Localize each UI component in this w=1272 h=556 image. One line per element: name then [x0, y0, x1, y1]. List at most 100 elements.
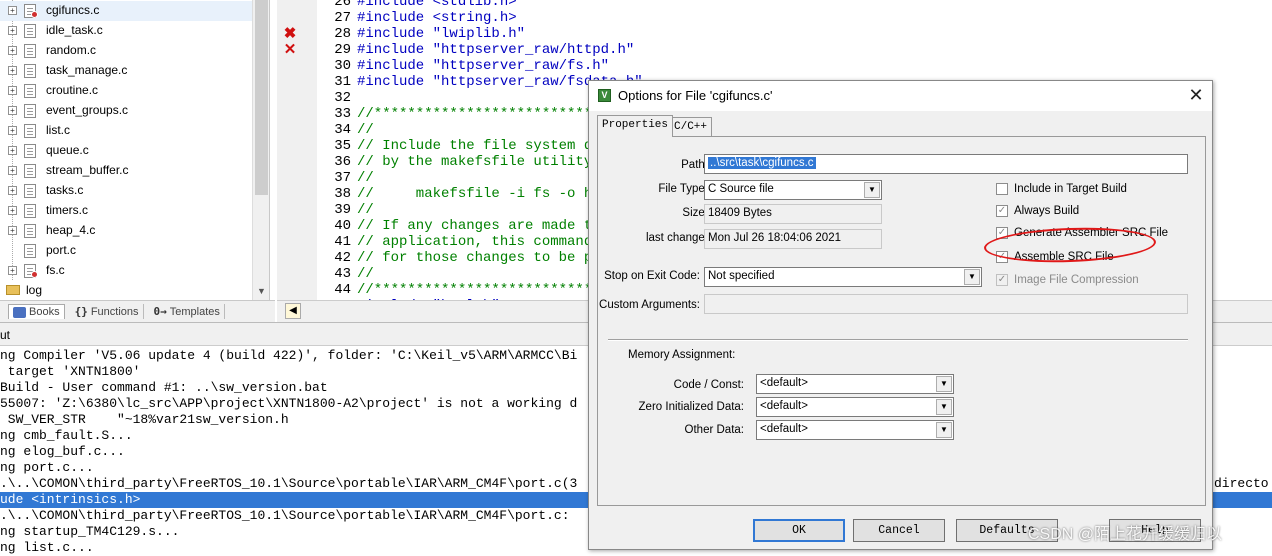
code-line[interactable]: #include <stdlib.h>	[357, 0, 517, 10]
expand-icon[interactable]: +	[8, 46, 17, 55]
code-line[interactable]: //	[357, 266, 374, 282]
custom-args-field[interactable]	[704, 294, 1188, 314]
stop-on-exit-select[interactable]: Not specified ▼	[704, 267, 982, 287]
expand-icon[interactable]: +	[8, 146, 17, 155]
code-line[interactable]: #include <string.h>	[357, 10, 517, 26]
tree-file-item[interactable]: + list.c	[0, 121, 252, 141]
file-type-label: File Type:	[658, 183, 708, 195]
expand-icon[interactable]: +	[8, 266, 17, 275]
expand-icon[interactable]: +	[8, 166, 17, 175]
size-label: Size:	[682, 207, 708, 219]
tab-c-cpp[interactable]: C/C++	[669, 117, 713, 137]
line-number: 28	[334, 26, 351, 42]
tab-books[interactable]: Books	[8, 304, 65, 319]
chevron-down-icon[interactable]: ▼	[936, 399, 952, 415]
code-line[interactable]: // If any changes are made to	[357, 218, 601, 234]
scroll-left-arrow-icon[interactable]: ◀	[285, 303, 301, 319]
tree-file-item[interactable]: + stream_buffer.c	[0, 161, 252, 181]
path-field[interactable]: ..\src\task\cgifuncs.c	[704, 154, 1188, 174]
code-line[interactable]: //	[357, 122, 374, 138]
code-line[interactable]: #include "httpserver_raw/httpd.h"	[357, 42, 634, 58]
error-marker-icon[interactable]: ✖	[283, 26, 297, 41]
tree-file-item[interactable]: + croutine.c	[0, 81, 252, 101]
tree-file-item[interactable]: + task_manage.c	[0, 61, 252, 81]
tree-file-item[interactable]: + idle_task.c	[0, 21, 252, 41]
expand-icon[interactable]: +	[8, 186, 17, 195]
other-data-label: Other Data:	[684, 424, 744, 436]
code-line[interactable]: #include "httpserver_raw/fs.h"	[357, 58, 609, 74]
dialog-titlebar[interactable]: V Options for File 'cgifuncs.c' ✕	[589, 81, 1212, 111]
cancel-button[interactable]: Cancel	[853, 519, 945, 542]
c-file-icon	[24, 244, 36, 258]
code-line[interactable]: //	[357, 202, 374, 218]
expand-icon[interactable]: +	[8, 86, 17, 95]
tree-file-item[interactable]: + tasks.c	[0, 181, 252, 201]
check-icon[interactable]: ✓	[996, 227, 1008, 239]
tree-file-item[interactable]: + timers.c	[0, 201, 252, 221]
error-marker-icon[interactable]: ✕	[283, 42, 297, 57]
code-const-select[interactable]: <default> ▼	[756, 374, 954, 394]
zero-init-value: <default>	[760, 400, 808, 412]
tree-file-item[interactable]: + queue.c	[0, 141, 252, 161]
generate-asm-src-checkbox[interactable]: ✓ Generate Assembler SRC File	[996, 227, 1168, 239]
path-value: ..\src\task\cgifuncs.c	[708, 157, 816, 169]
tree-vertical-scrollbar[interactable]: ▼	[252, 0, 269, 300]
code-line[interactable]: //	[357, 170, 374, 186]
stop-on-exit-value: Not specified	[708, 270, 775, 282]
expand-icon[interactable]: +	[8, 6, 17, 15]
tree-file-label: heap_4.c	[46, 223, 96, 237]
code-line[interactable]: //*****************************	[357, 106, 617, 122]
expand-icon[interactable]: +	[8, 66, 17, 75]
chevron-down-icon[interactable]: ▼	[936, 422, 952, 438]
tree-file-label: event_groups.c	[46, 103, 129, 117]
check-icon[interactable]: ✓	[996, 205, 1008, 217]
chevron-down-icon[interactable]: ▼	[864, 182, 880, 198]
ok-button[interactable]: OK	[753, 519, 845, 542]
tree-folder-log[interactable]: log	[0, 282, 252, 300]
expand-icon[interactable]: +	[8, 106, 17, 115]
code-line[interactable]: //*****************************	[357, 282, 617, 298]
chevron-down-icon[interactable]: ▼	[936, 376, 952, 392]
tree-file-item[interactable]: + event_groups.c	[0, 101, 252, 121]
always-build-checkbox[interactable]: ✓ Always Build	[996, 205, 1079, 217]
checkbox-box[interactable]	[996, 183, 1008, 195]
file-type-select[interactable]: C Source file ▼	[704, 180, 882, 200]
code-line[interactable]: // for those changes to be pi	[357, 250, 601, 266]
include-in-target-build-checkbox[interactable]: Include in Target Build	[996, 183, 1127, 195]
assemble-src-checkbox[interactable]: ✓ Assemble SRC File	[996, 251, 1114, 263]
tree-file-item[interactable]: port.c	[0, 241, 252, 261]
tab-properties[interactable]: Properties	[597, 115, 674, 137]
code-line[interactable]: // Include the file system da	[357, 138, 601, 154]
excluded-file-icon	[31, 271, 38, 278]
expand-icon[interactable]: +	[8, 206, 17, 215]
tree-file-item[interactable]: + random.c	[0, 41, 252, 61]
tree-file-item[interactable]: + fs.c	[0, 261, 252, 281]
code-line[interactable]: // makefsfile -i fs -o ht	[357, 186, 601, 202]
last-change-field: Mon Jul 26 18:04:06 2021	[704, 229, 882, 249]
check-icon[interactable]: ✓	[996, 251, 1008, 263]
scroll-down-arrow-icon[interactable]: ▼	[253, 283, 270, 300]
expand-icon[interactable]: +	[8, 126, 17, 135]
size-field: 18409 Bytes	[704, 204, 882, 224]
tab-functions[interactable]: {} Functions	[71, 304, 144, 319]
other-data-select[interactable]: <default> ▼	[756, 420, 954, 440]
line-number: 32	[334, 90, 351, 106]
expand-icon[interactable]: +	[8, 226, 17, 235]
code-line[interactable]: // application, this command	[357, 234, 592, 250]
zero-init-select[interactable]: <default> ▼	[756, 397, 954, 417]
tree-file-item[interactable]: + cgifuncs.c	[0, 1, 252, 21]
line-number: 40	[334, 218, 351, 234]
code-line[interactable]: #include "lwiplib.h"	[357, 26, 525, 42]
chevron-down-icon[interactable]: ▼	[964, 269, 980, 285]
expand-icon[interactable]: +	[8, 26, 17, 35]
line-number: 27	[334, 10, 351, 26]
editor-gutter[interactable]: ✖ ✕	[277, 0, 317, 300]
properties-panel: Path: ..\src\task\cgifuncs.c File Type: …	[597, 136, 1206, 506]
project-tree: + cgifuncs.c + idle_task.c + random.c + task_ma…	[0, 0, 270, 300]
tree-scroll-thumb[interactable]	[255, 0, 268, 195]
tree-file-item[interactable]: + heap_4.c	[0, 221, 252, 241]
close-icon[interactable]: ✕	[1185, 85, 1207, 107]
code-line[interactable]: // by the makefsfile utility,	[357, 154, 601, 170]
tab-templates[interactable]: 0→ Templates	[150, 304, 225, 319]
csdn-watermark: CSDN @陌上花开缓缓归以	[1028, 526, 1223, 543]
